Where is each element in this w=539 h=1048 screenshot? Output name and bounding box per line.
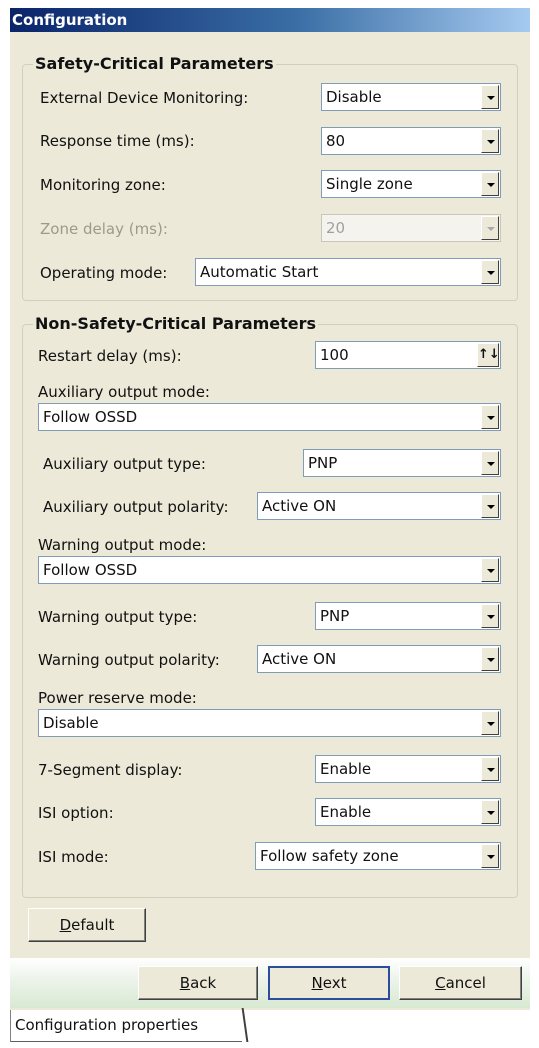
isi-mode-select[interactable]: Follow safety zone [255,842,501,870]
monitoring-zone-label: Monitoring zone: [40,176,166,194]
next-label-rest: ext [322,974,347,992]
warning-output-mode-select[interactable]: Follow OSSD [38,556,501,584]
zone-delay-value: 20 [326,219,346,237]
operating-mode-value: Automatic Start [200,263,319,281]
chevron-down-icon[interactable] [481,494,499,518]
aux-output-mode-value: Follow OSSD [43,408,138,426]
external-device-monitoring-value: Disable [326,88,382,106]
isi-option-label: ISI option: [38,804,114,822]
next-button[interactable]: Next [268,966,390,1000]
aux-output-type-value: PNP [308,454,338,472]
aux-output-polarity-select[interactable]: Active ON [257,492,501,520]
wizard-footer: Back Next Cancel [10,958,530,1008]
zone-delay-select: 20 [321,214,501,242]
restart-delay-label: Restart delay (ms): [38,347,182,365]
external-device-monitoring-select[interactable]: Disable [321,83,501,111]
restart-delay-spinner[interactable]: 100 ↑↓ [315,341,501,369]
window-title: Configuration [10,8,530,32]
warning-output-polarity-label: Warning output polarity: [38,651,220,669]
monitoring-zone-value: Single zone [326,175,413,193]
power-reserve-mode-label: Power reserve mode: [38,689,197,707]
seven-segment-value: Enable [320,760,372,778]
chevron-down-icon [481,216,499,240]
warning-output-type-label: Warning output type: [38,608,198,626]
isi-mode-label: ISI mode: [38,848,109,866]
chevron-down-icon[interactable] [481,129,499,153]
seven-segment-select[interactable]: Enable [315,755,501,783]
default-mnemonic: D [59,916,72,934]
back-label-rest: ack [190,974,217,992]
aux-output-type-select[interactable]: PNP [303,449,501,477]
spin-updown-icon[interactable]: ↑↓ [477,343,500,367]
non-safety-critical-title: Non-Safety-Critical Parameters [35,314,317,333]
operating-mode-label: Operating mode: [40,264,168,282]
zone-delay-label: Zone delay (ms): [40,220,168,238]
chevron-down-icon[interactable] [481,711,499,735]
response-time-label: Response time (ms): [40,132,195,150]
tab-configuration-properties[interactable]: Configuration properties [10,1010,242,1042]
external-device-monitoring-label: External Device Monitoring: [40,89,249,107]
monitoring-zone-select[interactable]: Single zone [321,170,501,198]
chevron-down-icon[interactable] [481,757,499,781]
power-reserve-mode-select[interactable]: Disable [38,709,501,737]
isi-option-select[interactable]: Enable [315,798,501,826]
tab-configuration-properties-label: Configuration properties [15,1016,199,1034]
default-button[interactable]: Default [28,908,146,942]
cancel-button[interactable]: Cancel [399,966,522,1000]
chevron-down-icon[interactable] [481,451,499,475]
chevron-down-icon[interactable] [481,85,499,109]
response-time-value: 80 [326,132,346,150]
back-mnemonic: B [179,974,191,992]
chevron-down-icon[interactable] [481,405,499,429]
aux-output-polarity-label: Auxiliary output polarity: [43,498,229,516]
restart-delay-value: 100 [320,346,349,364]
chevron-down-icon[interactable] [481,172,499,196]
safety-critical-title: Safety-Critical Parameters [35,54,274,73]
isi-option-value: Enable [320,803,372,821]
aux-output-polarity-value: Active ON [262,497,337,515]
tab-bar: Configuration properties [0,1010,539,1048]
warning-output-type-select[interactable]: PNP [315,602,501,630]
chevron-down-icon[interactable] [481,800,499,824]
aux-output-mode-select[interactable]: Follow OSSD [38,403,501,431]
warning-output-mode-label: Warning output mode: [38,536,207,554]
chevron-down-icon[interactable] [481,604,499,628]
warning-output-polarity-value: Active ON [262,650,337,668]
chevron-down-icon[interactable] [481,260,499,284]
cancel-mnemonic: C [435,974,446,992]
aux-output-type-label: Auxiliary output type: [43,455,206,473]
seven-segment-label: 7-Segment display: [38,761,183,779]
back-button[interactable]: Back [138,966,258,1000]
default-label-rest: efault [71,916,115,934]
isi-mode-value: Follow safety zone [260,847,399,865]
configuration-panel: Configuration Safety-Critical Parameters… [10,8,530,1011]
response-time-select[interactable]: 80 [321,127,501,155]
cancel-label-rest: ancel [445,974,486,992]
chevron-down-icon[interactable] [481,558,499,582]
next-mnemonic: N [311,974,323,992]
warning-output-mode-value: Follow OSSD [43,561,138,579]
warning-output-polarity-select[interactable]: Active ON [257,645,501,673]
chevron-down-icon[interactable] [481,844,499,868]
warning-output-type-value: PNP [320,607,350,625]
operating-mode-select[interactable]: Automatic Start [195,258,501,286]
chevron-down-icon[interactable] [481,647,499,671]
power-reserve-mode-value: Disable [43,714,99,732]
aux-output-mode-label: Auxiliary output mode: [38,383,210,401]
